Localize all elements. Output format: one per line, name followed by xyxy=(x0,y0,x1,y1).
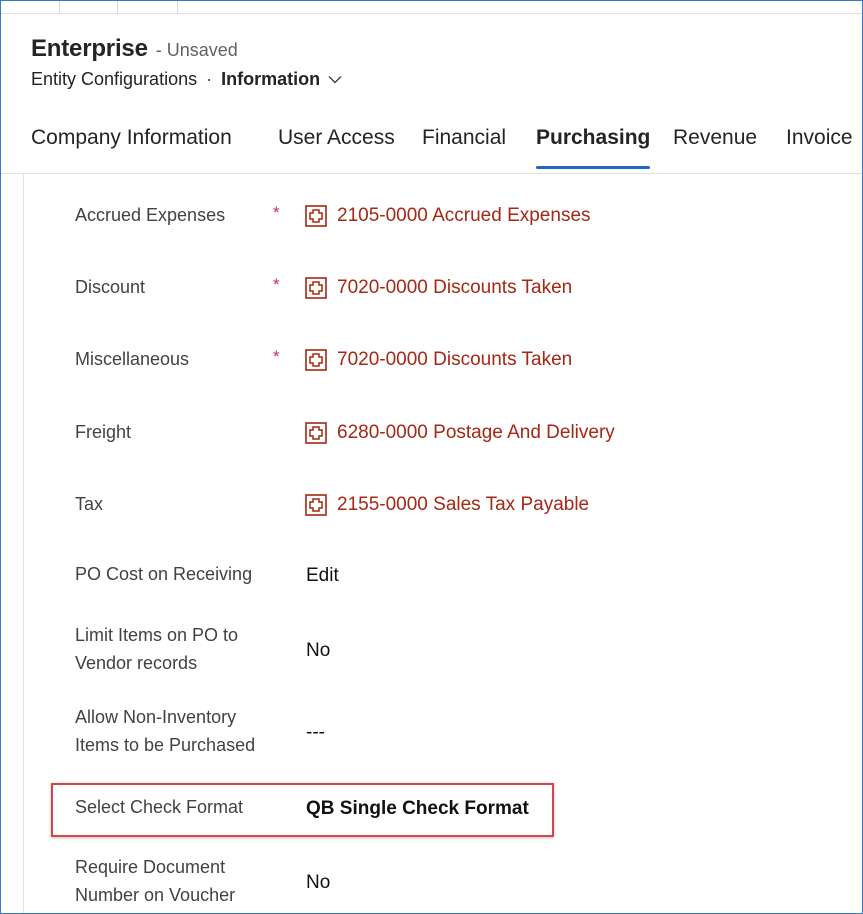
form-header: Enterprise - Unsaved Entity Configuratio… xyxy=(31,35,342,90)
lookup-value[interactable]: 6280-0000 Postage And Delivery xyxy=(337,422,615,444)
field-label-line2: Items to be Purchased xyxy=(75,735,256,755)
field-label-line2: Number on Voucher xyxy=(75,885,236,905)
lookup-link[interactable]: 7020-0000 Discounts Taken xyxy=(305,277,572,299)
field-label-line1: Require Document xyxy=(75,857,226,877)
required-indicator: * xyxy=(273,275,280,294)
lookup-entity-icon xyxy=(305,277,327,299)
field-label-line1: Limit Items on PO to xyxy=(75,625,239,645)
lookup-entity-icon xyxy=(305,494,327,516)
form-selector-label: Information xyxy=(221,69,321,89)
lookup-entity-icon xyxy=(305,422,327,444)
top-command-strip xyxy=(1,1,862,14)
lookup-link[interactable]: 6280-0000 Postage And Delivery xyxy=(305,422,615,444)
field-value[interactable]: QB Single Check Format xyxy=(306,795,529,823)
lookup-entity-icon xyxy=(305,349,327,371)
tab-financial[interactable]: Financial xyxy=(422,113,506,171)
chevron-down-icon[interactable] xyxy=(328,75,342,84)
required-indicator: * xyxy=(273,347,280,366)
field-label: Select Check Format xyxy=(75,797,244,817)
app-window: Enterprise - Unsaved Entity Configuratio… xyxy=(0,0,863,914)
tab-invoice[interactable]: Invoice xyxy=(786,113,853,171)
save-status: - Unsaved xyxy=(155,40,238,60)
tab-revenue[interactable]: Revenue xyxy=(673,113,757,171)
lookup-link[interactable]: 2105-0000 Accrued Expenses xyxy=(305,205,591,227)
tab-list: Company Information User Access Financia… xyxy=(1,113,862,174)
command-bar-segment[interactable] xyxy=(1,1,60,13)
lookup-link[interactable]: 7020-0000 Discounts Taken xyxy=(305,349,572,371)
lookup-value[interactable]: 7020-0000 Discounts Taken xyxy=(337,349,572,371)
field-label-line1: Allow Non-Inventory xyxy=(75,707,237,727)
field-label-line2: Vendor records xyxy=(75,653,198,673)
lookup-entity-icon xyxy=(305,205,327,227)
field-value[interactable]: Edit xyxy=(306,562,339,590)
lookup-link[interactable]: 2155-0000 Sales Tax Payable xyxy=(305,494,589,516)
lookup-value[interactable]: 2155-0000 Sales Tax Payable xyxy=(337,494,589,516)
field-value[interactable]: No xyxy=(306,637,330,665)
field-label: Tax xyxy=(75,494,104,514)
field-label: Miscellaneous xyxy=(75,349,190,369)
lookup-value[interactable]: 2105-0000 Accrued Expenses xyxy=(337,205,591,227)
field-label: Discount xyxy=(75,277,146,297)
breadcrumb-separator: · xyxy=(206,69,213,89)
tab-purchasing[interactable]: Purchasing xyxy=(536,113,651,171)
field-value[interactable]: --- xyxy=(306,719,325,747)
required-indicator: * xyxy=(273,203,280,222)
record-title: Enterprise xyxy=(31,35,148,62)
command-bar-segment[interactable] xyxy=(59,1,118,13)
tab-user-access[interactable]: User Access xyxy=(278,113,395,171)
form-selector[interactable]: Information xyxy=(221,69,342,90)
field-label: Freight xyxy=(75,422,132,442)
field-value[interactable]: No xyxy=(306,869,330,897)
field-label: PO Cost on Receiving xyxy=(75,564,253,584)
section-border xyxy=(23,174,24,913)
lookup-value[interactable]: 7020-0000 Discounts Taken xyxy=(337,277,572,299)
entity-name: Entity Configurations xyxy=(31,69,198,89)
tab-company-information[interactable]: Company Information xyxy=(31,113,232,171)
command-bar-segment[interactable] xyxy=(117,1,178,13)
field-label: Accrued Expenses xyxy=(75,205,226,225)
breadcrumb: Entity Configurations · Information xyxy=(31,69,342,90)
